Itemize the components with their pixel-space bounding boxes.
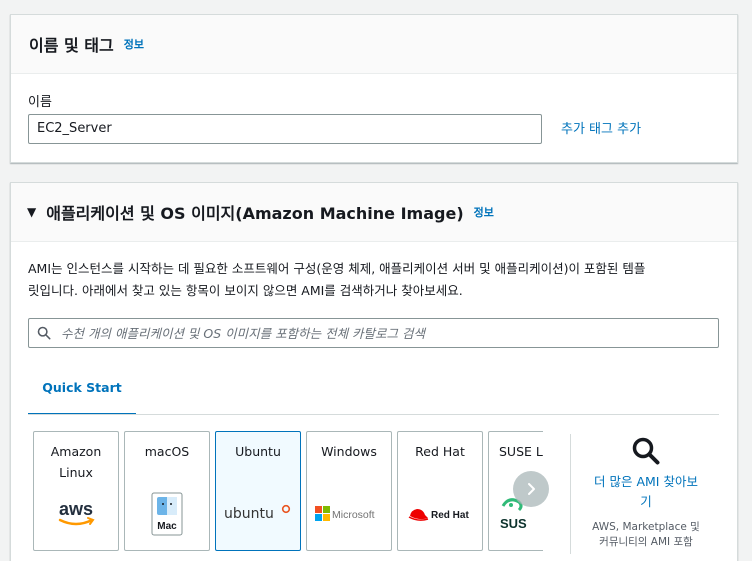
tile-windows[interactable]: Windows Microsoft (306, 431, 392, 551)
browse-more-caption-line2: 커뮤니티의 AMI 포함 (599, 536, 693, 548)
tile-name: SUSE L (499, 444, 543, 459)
aws-logo-text: aws (59, 499, 93, 519)
name-and-tags-title: 이름 및 태그 (29, 36, 114, 55)
aws-logo-icon: aws (34, 494, 118, 534)
redhat-logo-text: Red Hat (431, 510, 469, 521)
redhat-logo-icon: Red Hat (398, 494, 482, 534)
name-input[interactable]: EC2_Server (28, 114, 542, 144)
ami-search-box[interactable] (28, 318, 719, 348)
ami-description-line1: AMI는 인스턴스를 시작하는 데 필요한 소프트웨어 구성(운영 체제, 애플… (28, 261, 646, 276)
tab-divider (28, 414, 719, 415)
tile-name: Amazon Linux (34, 441, 118, 483)
tile-name: Ubuntu (235, 444, 281, 459)
ami-info-link[interactable]: 정보 (474, 204, 494, 220)
mac-logo-icon: Mac (125, 492, 209, 536)
name-and-tags-header: 이름 및 태그 정보 (11, 15, 737, 74)
ami-description-line2: 릿입니다. 아래에서 찾고 있는 항목이 보이지 않으면 AMI를 검색하거나 … (28, 283, 463, 298)
collapse-caret-icon[interactable]: ▼ (27, 205, 36, 219)
ubuntu-logo-text: ubuntu (224, 506, 274, 522)
add-additional-tags-link[interactable]: 추가 태그 추가 (561, 118, 641, 137)
ami-panel: ▼ 애플리케이션 및 OS 이미지(Amazon Machine Image) … (10, 182, 738, 561)
name-and-tags-info-link[interactable]: 정보 (124, 36, 144, 52)
tile-ubuntu[interactable]: Ubuntu ubuntu (215, 431, 301, 551)
tile-name-line1: Amazon (50, 444, 102, 459)
search-icon (37, 326, 51, 340)
browse-more-amis: 더 많은 AMI 찾아보 기 AWS, Marketplace 및 커뮤니티의 … (576, 433, 716, 550)
ami-header: ▼ 애플리케이션 및 OS 이미지(Amazon Machine Image) … (11, 183, 737, 242)
browse-more-amis-line2[interactable]: 기 (576, 492, 716, 512)
tiles-next-button[interactable] (513, 471, 549, 507)
browse-more-amis-line1[interactable]: 더 많은 AMI 찾아보 (576, 472, 716, 492)
ami-search-input[interactable] (61, 325, 718, 341)
quick-start-tiles: Amazon Linux aws macOS Mac Ubuntu ubuntu… (33, 431, 543, 561)
ubuntu-logo-icon: ubuntu (216, 494, 300, 534)
browse-more-amis-caption: AWS, Marketplace 및 커뮤니티의 AMI 포함 (576, 520, 716, 550)
search-large-icon (632, 437, 660, 465)
tab-quick-start[interactable]: Quick Start (28, 368, 136, 415)
microsoft-logo-icon: Microsoft (307, 494, 391, 534)
tile-red-hat[interactable]: Red Hat Red Hat (397, 431, 483, 551)
tile-amazon-linux[interactable]: Amazon Linux aws (33, 431, 119, 551)
name-and-tags-panel: 이름 및 태그 정보 이름 EC2_Server 추가 태그 추가 (10, 14, 738, 163)
browse-divider (570, 434, 571, 554)
tile-macos[interactable]: macOS Mac (124, 431, 210, 551)
tile-name: Red Hat (415, 444, 465, 459)
microsoft-logo-text: Microsoft (332, 509, 375, 521)
tile-name: Windows (321, 444, 377, 459)
browse-more-amis-link[interactable]: 더 많은 AMI 찾아보 기 (576, 472, 716, 512)
tile-name: macOS (144, 444, 190, 459)
chevron-right-icon (528, 483, 535, 495)
ami-description: AMI는 인스턴스를 시작하는 데 필요한 소프트웨어 구성(운영 체제, 애플… (28, 258, 723, 302)
suse-logo-text: SUS (500, 516, 527, 531)
ami-title: 애플리케이션 및 OS 이미지(Amazon Machine Image) (46, 204, 464, 223)
mac-logo-text: Mac (157, 521, 177, 532)
tile-name-line2: Linux (59, 465, 93, 480)
name-field-label: 이름 (28, 95, 52, 110)
browse-more-caption-line1: AWS, Marketplace 및 (592, 521, 700, 533)
